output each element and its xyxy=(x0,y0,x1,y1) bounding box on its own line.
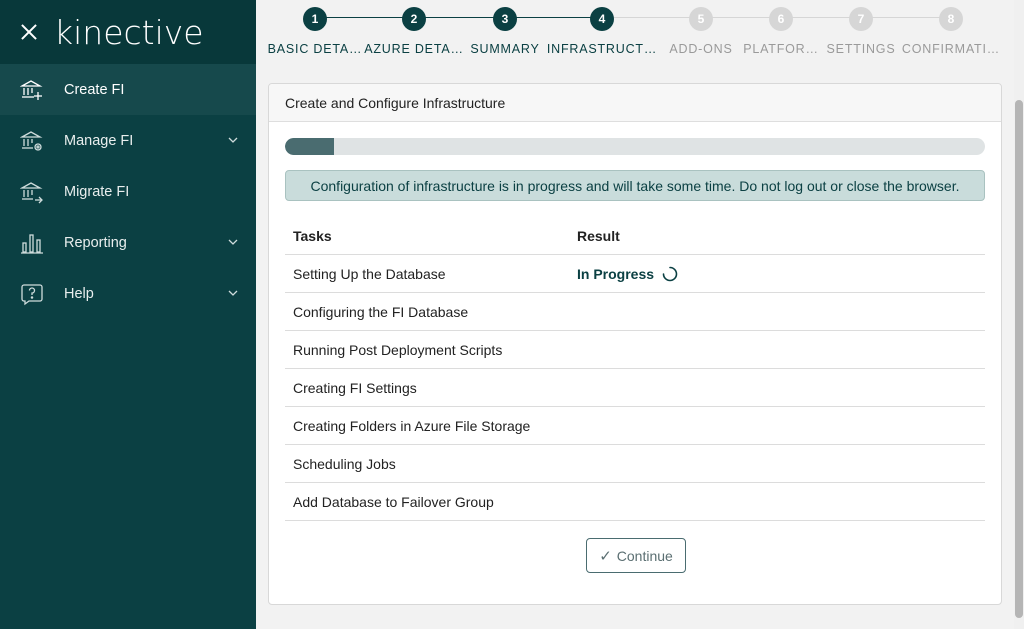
table-row: Creating FI Settings xyxy=(285,369,985,407)
progress-bar xyxy=(285,138,985,155)
step-7: 7 xyxy=(849,7,873,31)
step-label: SUMMARY xyxy=(470,42,540,56)
progress-fill xyxy=(285,138,334,155)
status-text: In Progress xyxy=(577,265,655,282)
task-name: Scheduling Jobs xyxy=(293,455,396,472)
stepper-line-done xyxy=(315,17,602,18)
step-8: 8 xyxy=(939,7,963,31)
table-row: Configuring the FI Database xyxy=(285,293,985,331)
task-name: Running Post Deployment Scripts xyxy=(293,341,503,358)
step-3[interactable]: 3 xyxy=(493,7,517,31)
continue-button[interactable]: ✓ Continue xyxy=(586,538,686,573)
table-row: Add Database to Failover Group xyxy=(285,483,985,521)
sidebar: kinective Create FI Manage FI Migrate FI… xyxy=(0,0,256,629)
check-icon: ✓ xyxy=(599,547,612,565)
sidebar-item-manage-fi[interactable]: Manage FI xyxy=(0,115,256,166)
logo: kinective xyxy=(54,12,204,52)
infrastructure-card: Create and Configure Infrastructure Conf… xyxy=(268,83,1002,605)
step-label: CONFIRMATI… xyxy=(901,42,1001,56)
step-label: SETTINGS xyxy=(826,42,896,56)
step-5: 5 xyxy=(689,7,713,31)
table-row: Setting Up the Database In Progress xyxy=(285,255,985,293)
table-row: Running Post Deployment Scripts xyxy=(285,331,985,369)
close-icon[interactable] xyxy=(20,23,38,41)
step-4[interactable]: 4 xyxy=(590,7,614,31)
task-name: Creating FI Settings xyxy=(293,379,417,396)
table-row: Scheduling Jobs xyxy=(285,445,985,483)
question-icon xyxy=(20,282,44,306)
scrollbar-thumb[interactable] xyxy=(1015,100,1023,618)
scrollbar[interactable] xyxy=(1014,0,1024,629)
bank-plus-icon xyxy=(20,78,44,102)
task-name: Creating Folders in Azure File Storage xyxy=(293,417,531,434)
step-label: BASIC DETA… xyxy=(267,42,363,56)
sidebar-item-label: Create FI xyxy=(64,81,125,98)
task-name: Add Database to Failover Group xyxy=(293,493,494,510)
sidebar-item-help[interactable]: Help xyxy=(0,268,256,319)
bar-chart-icon xyxy=(20,231,44,255)
info-alert: Configuration of infrastructure is in pr… xyxy=(285,170,985,201)
column-header-tasks: Tasks xyxy=(293,227,332,244)
sidebar-item-label: Manage FI xyxy=(64,132,134,149)
step-label: PLATFOR… xyxy=(743,42,819,56)
table-header-row: Tasks Result xyxy=(285,217,985,255)
chevron-down-icon xyxy=(228,239,238,245)
task-name: Setting Up the Database xyxy=(293,265,446,282)
step-label: AZURE DETA… xyxy=(364,42,464,56)
main-content: 1 2 3 4 5 6 7 8 BASIC DETA… AZURE DETA… … xyxy=(256,0,1014,629)
sidebar-item-label: Help xyxy=(64,285,94,302)
table-row: Creating Folders in Azure File Storage xyxy=(285,407,985,445)
step-6: 6 xyxy=(769,7,793,31)
card-title: Create and Configure Infrastructure xyxy=(269,84,1001,122)
column-header-result: Result xyxy=(577,227,620,244)
brand-bar: kinective xyxy=(0,0,256,64)
step-label: INFRASTRUCT… xyxy=(546,42,658,56)
sidebar-item-migrate-fi[interactable]: Migrate FI xyxy=(0,166,256,217)
bank-arrow-icon xyxy=(20,180,44,204)
tasks-table: Tasks Result Setting Up the Database In … xyxy=(285,217,985,521)
step-1[interactable]: 1 xyxy=(303,7,327,31)
task-result: In Progress xyxy=(577,266,985,282)
sidebar-item-label: Reporting xyxy=(64,234,127,251)
chevron-down-icon xyxy=(228,290,238,296)
continue-label: Continue xyxy=(616,547,673,564)
sidebar-item-create-fi[interactable]: Create FI xyxy=(0,64,256,115)
stepper: 1 2 3 4 5 6 7 8 BASIC DETA… AZURE DETA… … xyxy=(256,0,1014,70)
spinner-icon xyxy=(662,266,678,281)
sidebar-item-label: Migrate FI xyxy=(64,183,130,200)
step-label: ADD-ONS xyxy=(669,42,733,56)
sidebar-item-reporting[interactable]: Reporting xyxy=(0,217,256,268)
task-name: Configuring the FI Database xyxy=(293,303,469,320)
bank-gear-icon xyxy=(20,129,44,153)
chevron-down-icon xyxy=(228,137,238,143)
step-2[interactable]: 2 xyxy=(402,7,426,31)
